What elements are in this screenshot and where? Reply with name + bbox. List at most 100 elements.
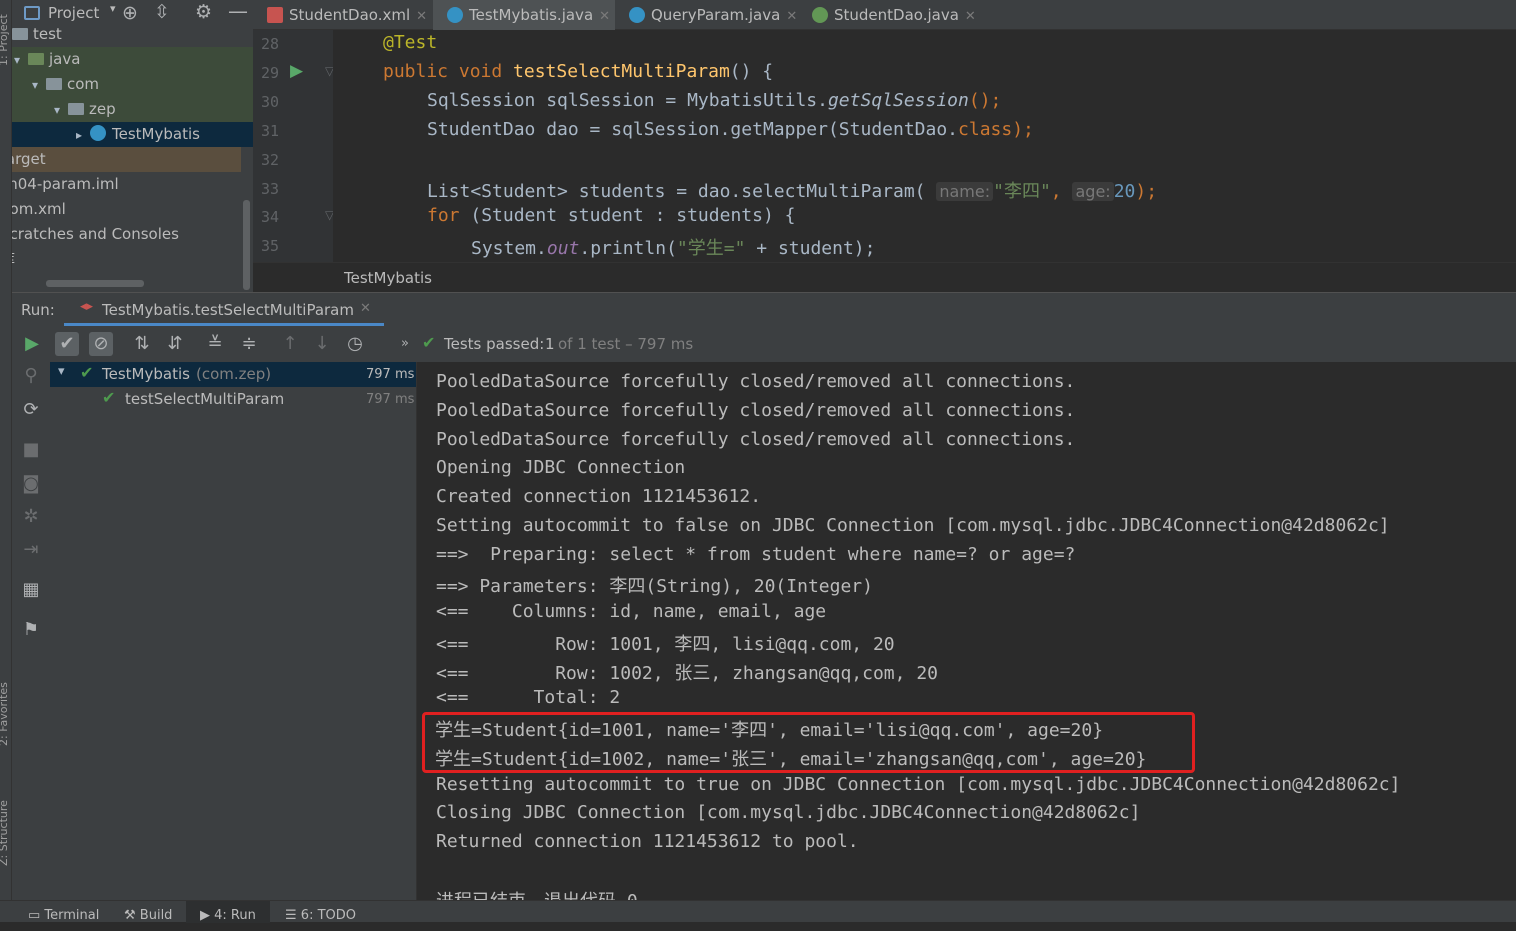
sort-duration-icon[interactable]: ⇵ — [163, 332, 187, 356]
expand-icon[interactable]: ▸ — [76, 123, 90, 148]
tree-item-com[interactable]: ▾ com — [12, 72, 253, 97]
tree-item-iml[interactable]: ch04-param.iml — [12, 172, 241, 197]
line-number: 29 — [261, 64, 280, 82]
show-ignored-icon[interactable]: ⊘ — [89, 332, 113, 356]
breadcrumb[interactable]: TestMybatis — [253, 262, 1516, 292]
run-config-icon: ◂▸ — [80, 299, 94, 314]
debug-icon[interactable]: ⚲ — [19, 364, 43, 388]
line-number: 34 — [261, 208, 280, 226]
console-line: Created connection 1121453612. — [436, 486, 762, 507]
console-line: <== Total: 2 — [436, 687, 621, 708]
check-icon: ✔ — [422, 333, 436, 352]
run-tool-button[interactable]: ▶ 4: Run — [186, 901, 270, 923]
console-line: <== Columns: id, name, email, age — [436, 601, 827, 622]
console-line: Setting autocommit to false on JDBC Conn… — [436, 515, 1390, 536]
show-passed-icon[interactable]: ✔ — [55, 332, 79, 356]
run-side-toolbar: ⚲ ⟳ ■ ◙ ✲ ⇥ ▦ ⚑ — [12, 362, 50, 900]
run-panel-header: Run: ◂▸ TestMybatis.testSelectMultiParam… — [12, 292, 1516, 326]
tree-item-test[interactable]: test — [12, 22, 253, 47]
close-icon[interactable]: ✕ — [360, 301, 371, 316]
tree-item-pom[interactable]: pom.xml — [12, 197, 241, 222]
locate-icon[interactable]: ⊕ — [122, 2, 138, 24]
test-results-tree: ▾ ✔ TestMybatis (com.zep) 797 ms ✔ testS… — [50, 362, 416, 900]
expand-icon[interactable]: ▾ — [54, 98, 68, 123]
run-test-gutter-icon[interactable]: ▶ — [290, 61, 303, 81]
run-toolbar: ▶ ✔ ⊘ ⇅ ⇵ ≚ ≑ ↑ ↓ ◷ » ✔ Tests passed: 1 … — [12, 326, 1516, 362]
java-interface-icon — [812, 7, 828, 23]
expand-icon[interactable]: ▾ — [58, 364, 65, 379]
favorites-tool-button[interactable]: 2: Favorites — [0, 682, 10, 746]
test-history-icon[interactable]: ◷ — [343, 332, 367, 356]
build-tool-button[interactable]: ⚒ Build — [124, 901, 172, 923]
console-output[interactable]: PooledDataSource forcefully closed/remov… — [416, 362, 1516, 900]
editor-gutter: 28 29 30 31 32 33 34 35 ▶ ▽ ▽ — [253, 30, 334, 262]
console-line: ==> Parameters: 李四(String), 20(Integer) — [436, 576, 873, 597]
next-failed-icon[interactable]: ↓ — [310, 332, 334, 356]
close-icon[interactable]: ✕ — [965, 9, 976, 24]
tree-item-zep[interactable]: ▾ zep — [12, 97, 253, 122]
check-icon: ✔ — [102, 388, 116, 407]
hide-panel-icon[interactable]: — — [228, 0, 248, 23]
stop-icon[interactable]: ■ — [19, 438, 43, 462]
console-line: PooledDataSource forcefully closed/remov… — [436, 371, 1076, 392]
tab-queryparam-java[interactable]: QueryParam.java ✕ — [615, 0, 797, 30]
tab-studentdao-java[interactable]: StudentDao.java ✕ — [798, 0, 980, 30]
param-hint: name: — [936, 182, 994, 201]
line-number: 32 — [261, 151, 280, 169]
param-hint: age: — [1072, 182, 1114, 201]
tree-item-java[interactable]: ▾ java — [12, 47, 253, 72]
line-number: 33 — [261, 180, 280, 198]
pin-icon[interactable]: ⚑ — [19, 618, 43, 642]
hammer-icon: ⚒ — [124, 908, 140, 923]
tab-testmybatis-java[interactable]: TestMybatis.java ✕ — [433, 0, 615, 30]
export-icon[interactable]: ⇥ — [19, 538, 43, 562]
expand-icon[interactable]: ▾ — [14, 48, 28, 73]
more-icon[interactable]: » — [393, 332, 417, 356]
close-icon[interactable]: ✕ — [786, 9, 797, 24]
console-line: <== Row: 1002, 张三, zhangsan@qq,com, 20 — [436, 663, 938, 684]
code-editor[interactable]: @Test public void testSelectMultiParam()… — [333, 30, 1516, 262]
rerun-icon[interactable]: ▶ — [20, 332, 44, 356]
code-line: public void testSelectMultiParam() { — [383, 61, 774, 82]
settings-icon[interactable]: ✲ — [19, 505, 43, 529]
tree-item-target[interactable]: target — [12, 147, 241, 172]
collapse-all-icon[interactable]: ≑ — [237, 332, 261, 356]
console-line: PooledDataSource forcefully closed/remov… — [436, 400, 1076, 421]
project-view-dropdown[interactable]: Project — [48, 4, 99, 22]
status-prefix: Tests passed: — [444, 335, 545, 353]
expand-icon[interactable]: ▾ — [32, 73, 46, 98]
collapse-all-icon[interactable]: ⇳ — [154, 1, 170, 23]
sort-alpha-icon[interactable]: ⇅ — [130, 332, 154, 356]
terminal-tool-button[interactable]: ▭ Terminal — [28, 901, 99, 923]
tree-item-testmybatis[interactable]: ▸ TestMybatis — [12, 122, 253, 147]
tree-item-library[interactable]: 库 — [12, 247, 241, 272]
code-line: for (Student student : students) { — [427, 205, 796, 226]
test-suite-row[interactable]: ▾ ✔ TestMybatis (com.zep) 797 ms — [50, 362, 416, 387]
console-line: 进程已结束，退出代码 0 — [436, 887, 638, 900]
java-class-icon — [90, 125, 106, 141]
console-line: Resetting autocommit to true on JDBC Con… — [436, 774, 1401, 795]
structure-tool-button[interactable]: Z: Structure — [0, 800, 10, 866]
expand-all-icon[interactable]: ≚ — [203, 332, 227, 356]
layout-icon[interactable]: ▦ — [19, 578, 43, 602]
camera-icon[interactable]: ◙ — [19, 472, 43, 496]
chevron-down-icon[interactable]: ▾ — [110, 2, 116, 15]
tab-studentdao-xml[interactable]: StudentDao.xml ✕ — [253, 0, 433, 30]
tree-item-scratches[interactable]: Scratches and Consoles — [12, 222, 241, 247]
bottom-tool-bar: ▭ Terminal ⚒ Build ▶ 4: Run ☰ 6: TODO — [0, 900, 1516, 923]
line-number: 28 — [261, 35, 280, 53]
console-line: Returned connection 1121453612 to pool. — [436, 831, 859, 852]
console-line: Closing JDBC Connection [com.mysql.jdbc.… — [436, 802, 1141, 823]
test-case-row[interactable]: ✔ testSelectMultiParam 797 ms — [50, 387, 416, 412]
vertical-scrollbar[interactable] — [243, 200, 250, 290]
project-tool-button[interactable]: 1: Project — [0, 14, 10, 66]
previous-failed-icon[interactable]: ↑ — [278, 332, 302, 356]
horizontal-scrollbar[interactable] — [46, 280, 144, 287]
java-class-icon — [447, 7, 463, 23]
close-icon[interactable]: ✕ — [599, 9, 610, 24]
run-config-tab[interactable]: ◂▸ TestMybatis.testSelectMultiParam ✕ — [64, 293, 384, 326]
toggle-auto-test-icon[interactable]: ⟳ — [19, 398, 43, 422]
close-icon[interactable]: ✕ — [416, 9, 427, 24]
gear-icon[interactable]: ⚙ — [195, 1, 212, 23]
todo-tool-button[interactable]: ☰ 6: TODO — [285, 901, 356, 923]
